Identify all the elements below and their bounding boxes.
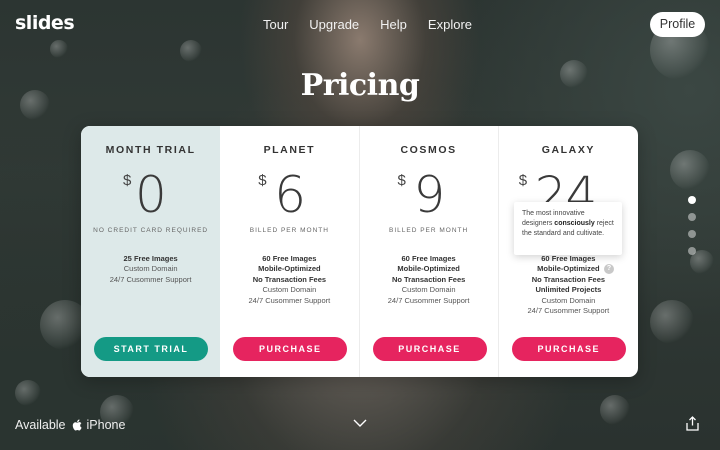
purchase-galaxy-button[interactable]: PURCHASE bbox=[511, 337, 626, 361]
currency-symbol: $ bbox=[518, 172, 528, 189]
price-amount: 0 bbox=[135, 166, 167, 224]
share-icon[interactable] bbox=[686, 416, 699, 431]
profile-button[interactable]: Profile bbox=[650, 12, 705, 37]
plan-price: $ 0 bbox=[81, 166, 220, 226]
feature-item: 25 Free Images bbox=[123, 254, 178, 263]
plan-subtitle: NO CREDIT CARD REQUIRED bbox=[93, 227, 209, 234]
price-amount: 9 bbox=[413, 166, 446, 224]
main-nav: Tour Upgrade Help Explore bbox=[263, 17, 493, 32]
feature-item: Mobile-Optimized bbox=[258, 264, 321, 274]
feature-item: 60 Free Images bbox=[401, 254, 456, 263]
pager-dot-4[interactable] bbox=[688, 247, 696, 255]
feature-item: Mobile-Optimized bbox=[397, 264, 460, 274]
feature-item: Custom Domain bbox=[262, 285, 317, 295]
feature-item: 60 Free Images bbox=[541, 254, 596, 263]
purchase-planet-button[interactable]: PURCHASE bbox=[233, 337, 348, 361]
available-label: Available bbox=[15, 418, 66, 432]
feature-item: No Transaction Fees bbox=[252, 274, 327, 284]
currency-symbol: $ bbox=[258, 172, 267, 189]
available-on[interactable]: Available iPhone bbox=[15, 418, 125, 432]
page-title: Pricing bbox=[300, 68, 420, 103]
feature-list: 60 Free Images Mobile-Optimized No Trans… bbox=[220, 254, 358, 306]
nav-help[interactable]: Help bbox=[380, 17, 407, 32]
plan-month-trial: MONTH TRIAL $ 0 NO CREDIT CARD REQUIRED … bbox=[81, 126, 221, 377]
feature-list: 60 Free Images Mobile-Optimized No Trans… bbox=[499, 254, 638, 316]
feature-item: 24/7 Cusommer Support bbox=[248, 295, 331, 305]
slide-pager bbox=[688, 196, 696, 255]
purchase-cosmos-button[interactable]: PURCHASE bbox=[372, 337, 487, 361]
plan-name: COSMOS bbox=[400, 144, 457, 156]
pager-dot-3[interactable] bbox=[688, 230, 696, 238]
plan-planet: PLANET $ 6 BILLED PER MONTH 60 Free Imag… bbox=[220, 126, 360, 377]
feature-item: No Transaction Fees bbox=[391, 274, 466, 284]
feature-tooltip: The most innovative designers consciousl… bbox=[514, 202, 622, 255]
plan-price: $ 9 bbox=[360, 166, 498, 226]
slides-logo[interactable]: slides bbox=[15, 12, 75, 34]
currency-symbol: $ bbox=[123, 172, 132, 189]
plan-name: GALAXY bbox=[541, 144, 596, 156]
feature-item: No Transaction Fees bbox=[531, 274, 606, 284]
currency-symbol: $ bbox=[397, 172, 406, 189]
feature-item: 24/7 Cusommer Support bbox=[109, 274, 192, 284]
feature-item: 24/7 Cusommer Support bbox=[527, 306, 610, 316]
chevron-down-icon[interactable] bbox=[353, 418, 367, 428]
platform-label: iPhone bbox=[86, 418, 126, 432]
feature-list: 60 Free Images Mobile-Optimized No Trans… bbox=[360, 254, 498, 306]
price-amount: 6 bbox=[274, 166, 306, 224]
plan-name: MONTH TRIAL bbox=[105, 144, 196, 156]
feature-item: 60 Free Images bbox=[262, 254, 317, 263]
tooltip-emphasis: consciously bbox=[554, 220, 595, 227]
feature-item: 24/7 Cusommer Support bbox=[387, 295, 470, 305]
plan-cosmos: COSMOS $ 9 BILLED PER MONTH 60 Free Imag… bbox=[360, 126, 499, 377]
feature-item: Mobile-Optimized bbox=[537, 264, 600, 274]
nav-explore[interactable]: Explore bbox=[428, 17, 472, 32]
start-trial-button[interactable]: START TRIAL bbox=[94, 337, 208, 361]
plan-subtitle: BILLED PER MONTH bbox=[389, 227, 469, 234]
feature-item: Custom Domain bbox=[401, 285, 456, 295]
plan-name: PLANET bbox=[263, 144, 316, 156]
plan-subtitle: BILLED PER MONTH bbox=[249, 227, 329, 234]
feature-list: 25 Free Images Custom Domain 24/7 Cusomm… bbox=[81, 254, 220, 285]
nav-upgrade[interactable]: Upgrade bbox=[309, 17, 359, 32]
feature-item: Custom Domain bbox=[123, 264, 178, 274]
pager-dot-1[interactable] bbox=[688, 196, 696, 204]
plan-price: $ 6 bbox=[220, 166, 358, 226]
nav-tour[interactable]: Tour bbox=[263, 17, 288, 32]
pager-dot-2[interactable] bbox=[688, 213, 696, 221]
feature-item: Custom Domain bbox=[541, 295, 596, 305]
feature-item: Unlimited Projects bbox=[535, 285, 602, 295]
info-icon[interactable]: ? bbox=[604, 264, 614, 274]
apple-icon bbox=[72, 419, 82, 431]
